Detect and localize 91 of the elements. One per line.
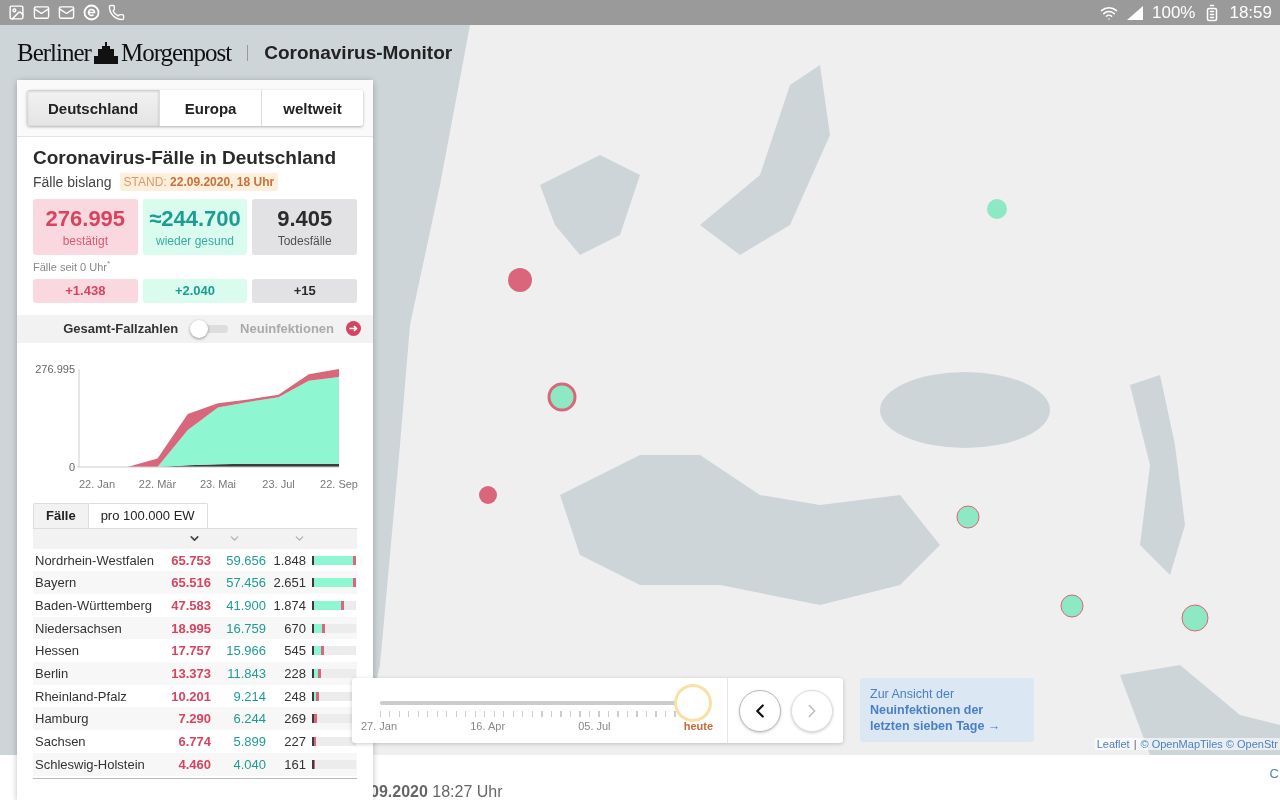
confirmed-cell: 10.201	[171, 688, 211, 704]
state-name: Sachsen	[35, 733, 87, 751]
recovered-cell: 4.040	[233, 756, 266, 772]
state-name: Rheinland-Pfalz	[35, 687, 128, 706]
deaths-cell: 248	[284, 688, 306, 704]
logo-text: Berliner	[17, 39, 91, 67]
region-tab[interactable]: weltweit	[262, 90, 363, 126]
recovered-cell: 11.843	[227, 665, 266, 681]
today-label: Fälle seit 0 Uhr$^{*}$	[33, 259, 112, 273]
confirmed-cell: 18.995	[171, 620, 211, 636]
deaths-cell: 227	[284, 734, 306, 749]
confirmed-cell: 6.774	[178, 734, 211, 749]
crest-icon	[92, 42, 119, 64]
deaths-cell: 269	[284, 711, 306, 727]
slider-thumb[interactable]	[677, 687, 709, 719]
confirmed-cell: 17.757	[171, 643, 211, 659]
table-tab[interactable]: Fälle	[33, 502, 89, 528]
stat-value: 276.995	[45, 206, 126, 232]
arrow-circle-icon[interactable]	[346, 321, 361, 337]
state-name: Bayern	[35, 574, 78, 593]
battery-level: 100%	[1151, 2, 1196, 23]
confirmed-cell: 7.290	[178, 711, 211, 727]
mode-switch[interactable]	[190, 319, 229, 338]
attribution-link[interactable]: © OpenMapTiles © OpenStr	[1140, 738, 1278, 750]
attribution-link[interactable]: Leaflet	[1096, 738, 1130, 750]
attribution-separator: |	[1133, 738, 1137, 750]
logo-text: Morgenpost	[120, 39, 232, 67]
recovered-cell: 6.244	[233, 711, 266, 727]
deaths-cell: 161	[284, 756, 306, 772]
recovered-cell: 16.759	[226, 620, 266, 636]
signal-icon	[1125, 4, 1144, 21]
axis-label: 276.995	[35, 362, 75, 375]
stat-value: 9.405	[277, 206, 333, 232]
region-tab[interactable]: Deutschland	[27, 90, 161, 126]
mail-icon	[33, 4, 50, 21]
deaths-cell: 228	[284, 665, 306, 681]
axis-label: 22. Mär	[138, 477, 177, 490]
recovered-cell: 59.656	[226, 552, 266, 568]
date-label: 27. Jan	[361, 720, 398, 732]
subtitle: Fälle bislang	[33, 174, 112, 190]
mail-icon	[58, 4, 75, 21]
deaths-cell: 2.651	[273, 575, 306, 591]
state-name: Hessen	[35, 642, 81, 661]
state-name: Niedersachsen	[35, 619, 123, 638]
stat-label: wieder gesund	[155, 234, 235, 248]
phone-icon	[108, 4, 125, 21]
date-label: 05. Jul	[578, 720, 611, 732]
state-name: Schleswig-Holstein	[35, 755, 146, 774]
deaths-cell: 545	[284, 643, 306, 659]
date-label: heute	[683, 720, 713, 732]
today-value: +2.040	[142, 278, 248, 303]
deaths-cell: 1.848	[273, 552, 306, 568]
recovered-cell: 57.456	[226, 575, 266, 591]
state-name: Baden-Württemberg	[35, 596, 154, 615]
axis-label: 0	[68, 460, 75, 473]
date-badge: STAND: 22.09.2020, 18 Uhr	[119, 173, 279, 191]
today-value: +15	[252, 278, 357, 303]
image-icon	[8, 4, 25, 21]
toggle-label: Neuinfektionen	[240, 321, 334, 337]
previous-button[interactable]	[738, 689, 781, 732]
recovered-cell: 41.900	[226, 597, 266, 613]
state-name: Berlin	[35, 664, 70, 683]
axis-label: 22. Jan	[78, 477, 116, 490]
today-value: +1.438	[33, 278, 138, 303]
panel-title: Coronavirus-Fälle in Deutschland	[33, 147, 337, 169]
confirmed-cell: 13.373	[171, 665, 211, 681]
state-name: Nordrhein-Westfalen	[35, 551, 155, 570]
axis-label: 22. Sep	[320, 477, 358, 490]
stat-label: Todesfälle	[277, 234, 332, 248]
stat-label: bestätigt	[62, 234, 108, 248]
recovered-cell: 5.899	[233, 734, 266, 749]
recovered-cell: 9.214	[233, 688, 266, 704]
confirmed-cell: 65.753	[171, 552, 211, 568]
table-tab[interactable]: pro 100.000 EW	[87, 502, 208, 528]
stat-value: ≈244.700	[149, 206, 241, 232]
badge-icon	[83, 4, 100, 21]
confirmed-cell: 65.516	[171, 575, 211, 591]
deaths-cell: 670	[284, 620, 306, 636]
date-label: 16. Apr	[470, 720, 506, 732]
clock: 18:59	[1229, 2, 1272, 23]
recovered-cell: 15.966	[226, 643, 266, 659]
confirmed-cell: 4.460	[178, 756, 211, 772]
footer-link[interactable]: C	[1269, 766, 1279, 781]
region-tab[interactable]: Europa	[160, 90, 263, 126]
axis-label: 23. Mai	[199, 477, 237, 490]
axis-label: 23. Jul	[262, 477, 295, 490]
state-name: Hamburg	[35, 710, 90, 729]
deaths-cell: 1.874	[273, 597, 306, 613]
page-title: Coronavirus-Monitor	[264, 42, 453, 64]
toggle-label: Gesamt-Fallzahlen	[63, 321, 179, 337]
confirmed-cell: 47.583	[171, 597, 211, 613]
